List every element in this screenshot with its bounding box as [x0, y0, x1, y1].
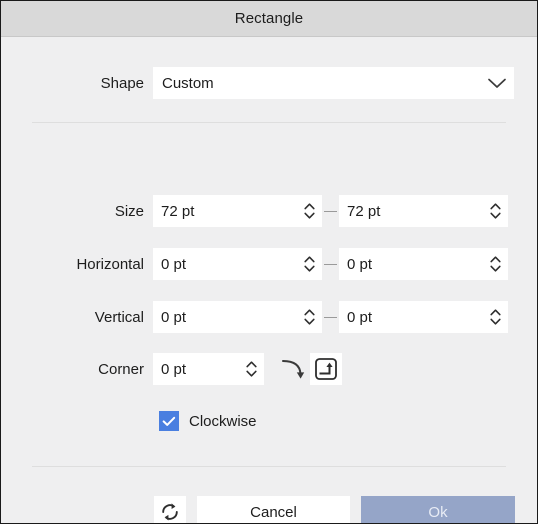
checkmark-icon [162, 416, 176, 426]
vertical-row: Vertical 0 pt 0 pt [1, 301, 537, 333]
divider-top [32, 122, 506, 123]
dialog-footer: Cancel Ok [1, 495, 537, 523]
divider-bottom [32, 466, 506, 467]
corner-radius-input[interactable]: 0 pt [153, 353, 264, 385]
corner-row: Corner 0 pt [1, 353, 537, 385]
spinner-updown-icon[interactable] [296, 248, 322, 280]
size-label: Size [114, 202, 144, 220]
horizontal-label: Horizontal [76, 255, 144, 273]
horizontal-end-value: 0 pt [347, 255, 373, 273]
shape-label: Shape [100, 74, 144, 92]
spinner-updown-icon[interactable] [482, 195, 508, 227]
vertical-label: Vertical [94, 308, 144, 326]
spinner-updown-icon[interactable] [482, 248, 508, 280]
clockwise-checkbox-group[interactable]: Clockwise [159, 411, 257, 431]
rectangle-dialog: Rectangle Shape Custom Size 72 pt 72 pt … [0, 0, 538, 524]
vertical-start-value: 0 pt [161, 308, 187, 326]
corner-label: Corner [98, 360, 144, 378]
vertical-separator [322, 316, 339, 318]
spinner-updown-icon[interactable] [296, 301, 322, 333]
spinner-updown-icon[interactable] [238, 353, 264, 385]
vertical-start-input[interactable]: 0 pt [153, 301, 322, 333]
clockwise-label: Clockwise [189, 412, 257, 430]
reset-refresh-icon[interactable] [154, 496, 186, 523]
size-separator [322, 210, 339, 212]
corner-style-group [278, 353, 342, 385]
vertical-end-input[interactable]: 0 pt [339, 301, 508, 333]
cancel-button[interactable]: Cancel [197, 496, 350, 523]
horizontal-row: Horizontal 0 pt 0 pt [1, 248, 537, 280]
corner-radius-value: 0 pt [161, 360, 187, 378]
clockwise-row: Clockwise [1, 405, 537, 437]
vertical-end-value: 0 pt [347, 308, 373, 326]
dialog-titlebar: Rectangle [1, 1, 537, 37]
dialog-body: Shape Custom Size 72 pt 72 pt Horizontal… [1, 37, 537, 523]
rounded-corner-icon[interactable] [278, 353, 310, 385]
horizontal-separator [322, 263, 339, 265]
shape-dropdown[interactable]: Custom [153, 67, 514, 99]
spinner-updown-icon[interactable] [296, 195, 322, 227]
ok-button[interactable]: Ok [361, 496, 515, 523]
dialog-title: Rectangle [234, 10, 304, 27]
shape-dropdown-value: Custom [162, 74, 214, 92]
size-height-value: 72 pt [347, 202, 381, 220]
horizontal-end-input[interactable]: 0 pt [339, 248, 508, 280]
shape-row: Shape Custom [1, 67, 537, 99]
spinner-updown-icon[interactable] [482, 301, 508, 333]
horizontal-start-input[interactable]: 0 pt [153, 248, 322, 280]
chevron-down-icon [480, 77, 514, 90]
size-row: Size 72 pt 72 pt [1, 195, 537, 227]
size-width-input[interactable]: 72 pt [153, 195, 322, 227]
square-corner-icon[interactable] [310, 353, 342, 385]
size-height-input[interactable]: 72 pt [339, 195, 508, 227]
size-width-value: 72 pt [161, 202, 195, 220]
horizontal-start-value: 0 pt [161, 255, 187, 273]
clockwise-checkbox[interactable] [159, 411, 179, 431]
